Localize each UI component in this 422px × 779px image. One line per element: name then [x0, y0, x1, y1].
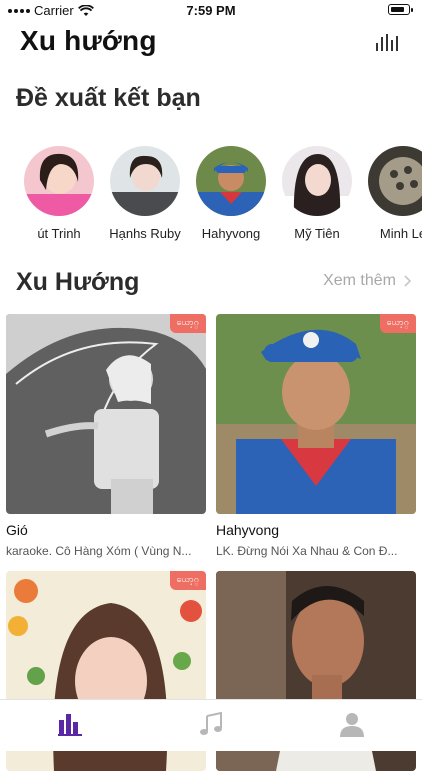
status-bar: Carrier 7:59 PM — [0, 0, 422, 22]
avatar — [282, 146, 352, 216]
friend-name: Hahyvong — [201, 226, 261, 241]
card-badge: ယော့ဂ္ — [169, 571, 206, 590]
friend-name: Mỹ Tiên — [294, 226, 340, 241]
friend-suggestions-list: út Trinh Hạnhs Ruby Hahyvong Mỹ Tiên Min… — [0, 146, 422, 246]
friend-name: Hạnhs Ruby — [109, 226, 181, 241]
friend-item[interactable]: Mỹ Tiên — [272, 146, 362, 241]
tab-profile[interactable] — [339, 712, 369, 738]
card-subtitle: LK. Đừng Nói Xa Nhau & Con Đ... — [216, 544, 398, 558]
card-title: Hahyvong — [216, 522, 280, 538]
friend-item[interactable]: Minh Le — [358, 146, 422, 241]
chart-icon — [58, 714, 82, 736]
friend-item[interactable]: Hahyvong — [186, 146, 276, 241]
see-more-link[interactable]: Xem thêm — [323, 272, 412, 290]
card-image: ယော့ဂ္ — [6, 314, 206, 514]
friend-item[interactable]: Hạnhs Ruby — [100, 146, 190, 241]
tab-music[interactable] — [199, 711, 229, 738]
user-icon — [340, 713, 364, 737]
card-badge: ယော့ဂ္ — [379, 314, 416, 333]
avatar — [24, 146, 94, 216]
trending-title: Xu Hướng — [16, 268, 140, 296]
card-title: Gió — [6, 522, 28, 538]
music-note-icon — [200, 711, 222, 735]
tab-bar — [0, 699, 422, 751]
friend-name: Minh Le — [379, 226, 422, 241]
avatar — [196, 146, 266, 216]
friend-name: út Trinh — [37, 226, 81, 241]
avatar — [110, 146, 180, 216]
chevron-right-icon — [404, 275, 412, 287]
friend-item[interactable]: út Trinh — [14, 146, 104, 241]
avatar — [368, 146, 422, 216]
stats-icon[interactable] — [376, 34, 398, 51]
friend-suggestions-title: Đề xuất kết bạn — [16, 84, 201, 112]
battery-icon — [388, 4, 413, 15]
card-image: ယော့ဂ္ — [216, 314, 416, 514]
tab-trending[interactable] — [58, 712, 88, 738]
card-badge: ယော့ဂ္ — [169, 314, 206, 333]
see-more-label: Xem thêm — [323, 272, 396, 289]
trending-card[interactable]: ယော့ဂ္ Hahyvong LK. Đừng Nói Xa Nhau & C… — [216, 314, 416, 558]
status-time: 7:59 PM — [186, 3, 236, 18]
card-subtitle: karaoke. Cô Hàng Xóm ( Vùng N... — [6, 544, 192, 558]
trending-card[interactable]: ယော့ဂ္ Gió karaoke. Cô Hàng Xóm ( Vùng N… — [6, 314, 206, 558]
page-title: Xu hướng — [20, 25, 157, 56]
